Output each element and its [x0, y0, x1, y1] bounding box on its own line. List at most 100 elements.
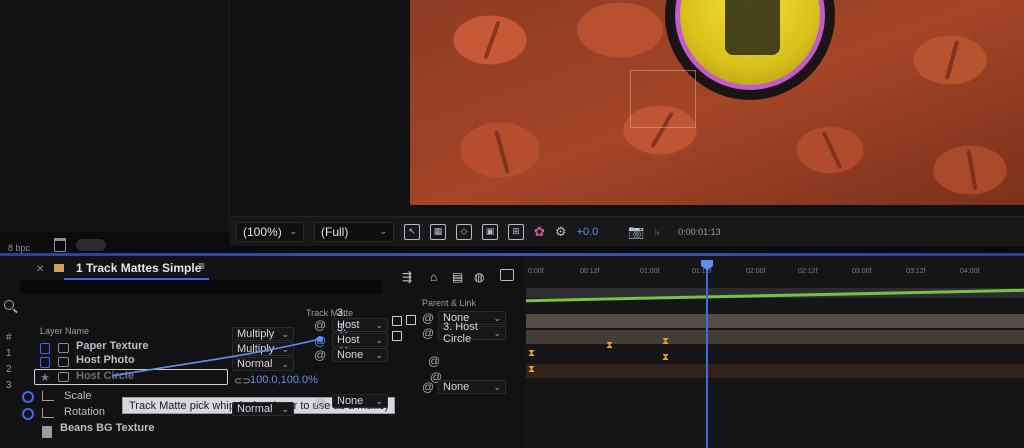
time-ruler[interactable]: 0:00f 00:12f 01:00f 01:12f 02:00f 02:12f… — [526, 260, 1024, 282]
parent-link-column-header[interactable]: Parent & Link — [422, 298, 476, 308]
constrain-proportions-icon[interactable]: ⊂⊃ — [234, 376, 251, 387]
ruler-tick: 04:00f — [960, 268, 980, 275]
ruler-tick: 01:12f — [692, 268, 712, 275]
stopwatch-icon[interactable] — [22, 391, 34, 403]
layer-duration-bar[interactable] — [526, 364, 1024, 378]
chevron-down-icon: ⌄ — [375, 349, 383, 360]
chevron-down-icon: ⌄ — [379, 226, 387, 236]
chevron-down-icon: ⌄ — [493, 381, 501, 392]
ruler-tick: 03:12f — [906, 268, 926, 275]
trash-icon[interactable] — [54, 238, 66, 252]
rotation-property-label[interactable]: Rotation — [64, 406, 105, 418]
track-matte-value: None — [337, 349, 364, 361]
keyframe-icon[interactable]: ⧗ — [606, 340, 613, 351]
matte-invert-icon[interactable] — [406, 315, 416, 325]
track-matte-dropdown[interactable]: 3. Host Ci⌄ — [332, 322, 388, 358]
current-time-display[interactable]: 0:00:01:13 — [678, 227, 721, 237]
bean-crease — [494, 130, 510, 174]
parent-pick-whip-icon[interactable]: @ — [422, 326, 434, 340]
timeline-panel: ✕ 1 Track Mattes Simple ≡ ⇶ ⌂ ▤ ◍ Layer … — [0, 256, 1024, 448]
project-panel — [0, 0, 230, 232]
composition-canvas[interactable] — [410, 0, 1024, 205]
exposure-value[interactable]: +0.0 — [577, 226, 599, 238]
motion-blur-icon[interactable] — [500, 269, 514, 281]
graph-icon — [42, 408, 54, 418]
chevron-down-icon: ⌄ — [493, 312, 501, 323]
parent-pick-whip-icon[interactable]: @ — [422, 311, 434, 325]
track-matte-value: None — [337, 395, 364, 407]
chevron-down-icon: ⌄ — [493, 327, 501, 338]
keyframe-icon[interactable]: ⧗ — [528, 348, 535, 359]
track-matte-dropdown[interactable]: None ⌄ — [332, 394, 388, 408]
host-figure — [725, 0, 780, 55]
mask-path-icon[interactable]: ◇ — [456, 223, 472, 240]
composition-flowchart-icon[interactable]: ⇶ — [402, 270, 412, 284]
current-time-indicator[interactable] — [706, 262, 708, 448]
ruler-tick: 0:00f — [528, 268, 544, 275]
layer-bounding-box[interactable] — [630, 70, 696, 128]
channel-icon[interactable]: ▣ — [482, 223, 498, 240]
color-channels-icon[interactable]: ✿ — [534, 224, 545, 240]
shy-layers-icon[interactable]: ▤ — [452, 270, 463, 284]
scale-value[interactable]: 100.0,100.0% — [250, 374, 318, 386]
footage-icon — [42, 426, 52, 438]
keyframe-icon[interactable]: ⧗ — [528, 364, 535, 375]
resolution-dropdown[interactable]: (Full) ⌄ — [314, 221, 394, 242]
bit-depth-label[interactable]: 8 bpc — [8, 243, 30, 253]
ruler-tick: 02:00f — [746, 268, 766, 275]
show-snapshot-icon[interactable]: ♭ — [654, 225, 660, 239]
bean-crease — [944, 40, 960, 80]
matte-alpha-icon[interactable] — [392, 316, 402, 326]
draft-3d-icon[interactable]: ⌂ — [430, 270, 437, 284]
scale-property-label[interactable]: Scale — [64, 390, 92, 402]
zoom-dropdown[interactable]: (100%) ⌄ — [236, 221, 304, 242]
stopwatch-icon[interactable] — [22, 408, 34, 420]
layer-name[interactable]: Beans BG Texture — [60, 422, 155, 434]
pick-whip-end — [317, 336, 323, 342]
pick-whip-line — [111, 336, 323, 377]
frame-blending-icon[interactable]: ◍ — [474, 270, 484, 284]
pick-whip-path — [111, 338, 321, 377]
bean-crease — [966, 149, 978, 191]
parent-pick-whip-icon[interactable]: @ — [428, 354, 440, 368]
keyframe-icon[interactable]: ⧗ — [662, 336, 669, 347]
parent-pick-whip-icon[interactable]: @ — [422, 380, 434, 394]
zoom-value: (100%) — [243, 224, 282, 239]
camera-snapshot-icon[interactable]: 📷 — [628, 224, 644, 240]
layer-duration-bar[interactable] — [526, 314, 1024, 328]
ruler-tick: 02:12f — [798, 268, 818, 275]
chevron-down-icon: ⌄ — [375, 319, 383, 330]
track-matte-dropdown[interactable]: None ⌄ — [332, 348, 388, 362]
blend-mode-value: Normal — [237, 403, 273, 415]
view-options-icon[interactable]: ⊞ — [508, 223, 524, 240]
chevron-down-icon: ⌄ — [281, 403, 289, 414]
resolution-value: (Full) — [321, 224, 349, 239]
graph-icon — [42, 391, 54, 401]
gear-icon[interactable]: ⚙ — [555, 224, 567, 240]
keyframe-icon[interactable]: ⧗ — [662, 352, 669, 363]
region-of-interest-icon[interactable]: ↖ — [404, 223, 420, 240]
bean-crease — [483, 20, 501, 60]
transparency-grid-icon[interactable]: ▦ — [430, 223, 446, 240]
time-graph[interactable]: 0:00f 00:12f 01:00f 01:12f 02:00f 02:12f… — [526, 256, 1024, 448]
viewer-toolbar: (100%) ⌄ (Full) ⌄ ↖ ▦ ◇ ▣ ⊞ ✿ ⚙ +0.0 📷 ♭… — [230, 216, 1024, 246]
matte-pick-whip-icon[interactable]: @ — [314, 396, 326, 410]
bean-crease — [821, 131, 843, 169]
chevron-down-icon: ⌄ — [375, 334, 383, 345]
parent-value: None — [443, 381, 470, 393]
matte-alpha-icon[interactable] — [392, 331, 402, 341]
parent-value: 3. Host Circle — [443, 321, 478, 345]
chevron-down-icon: ⌄ — [375, 395, 383, 406]
ruler-tick: 03:00f — [852, 268, 872, 275]
composition-viewer: (100%) ⌄ (Full) ⌄ ↖ ▦ ◇ ▣ ⊞ ✿ ⚙ +0.0 📷 ♭… — [0, 0, 1024, 246]
chevron-down-icon: ⌄ — [289, 226, 297, 236]
layer-duration-bar[interactable] — [526, 330, 1024, 344]
blend-mode-dropdown[interactable]: Normal ⌄ — [232, 402, 294, 416]
panel-toggle[interactable] — [76, 239, 106, 251]
ruler-tick: 01:00f — [640, 268, 660, 275]
host-photo — [680, 0, 820, 85]
parent-dropdown[interactable]: None ⌄ — [438, 380, 506, 394]
host-circle-ring — [675, 0, 825, 90]
parent-dropdown[interactable]: 3. Host Circle ⌄ — [438, 321, 506, 345]
ruler-tick: 00:12f — [580, 268, 600, 275]
